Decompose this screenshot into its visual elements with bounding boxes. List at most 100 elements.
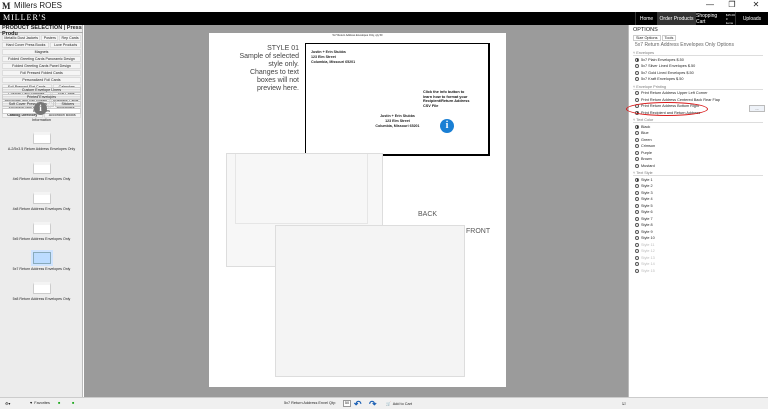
option-label: 5x7 Plain Envelopes $.50 [641,57,684,62]
add-to-cart-button[interactable]: 🛒 Add to Cart [386,401,412,407]
minimize-button[interactable]: — [700,0,720,9]
radio-icon [635,144,639,148]
product-category[interactable]: Luxe Products [50,42,81,48]
envelope-thumbnail[interactable]: 5x8 Return Address Envelopes Only [0,282,83,301]
radio-icon [635,64,639,68]
envelope-thumbnail[interactable]: 5x7 Return Address Envelopes Only [0,250,83,271]
option-radio[interactable]: 5x7 Plain Envelopes $.50 [635,57,684,62]
info-icon[interactable]: i [34,102,47,115]
radio-icon [635,137,639,142]
option-radio[interactable]: Style 10 [635,236,655,240]
product-category[interactable]: Personalized Foil Cards [2,77,81,83]
remove-favorite-icon[interactable]: ■ [72,401,74,405]
radio-icon [635,262,639,266]
option-label: Style 13 [641,255,655,260]
option-radio[interactable]: Style 3 [635,190,653,195]
option-label: Brown [641,157,652,161]
option-label: Style 4 [641,197,653,201]
option-radio[interactable]: Style 9 [635,229,653,234]
nav-order-products[interactable]: Order Products [657,12,695,25]
close-button[interactable]: ✕ [746,0,766,9]
nav-home[interactable]: Home [635,12,657,25]
option-radio[interactable]: Brown [635,157,652,161]
thumbnail-image [32,282,51,294]
favorites-label: Favorites [34,401,50,405]
csv-upload-button[interactable]: ... [749,105,765,112]
product-category[interactable]: Folded Greeting Cards Panoramic Design [2,56,81,62]
envelope-thumbnail[interactable]: 4x8 Return Address Envelopes Only [0,192,83,211]
tab-stickers[interactable]: Stickers [54,101,81,107]
option-radio[interactable]: Purple [635,150,652,155]
option-label: Style 10 [641,236,655,240]
tab-tools[interactable]: Tools [661,35,677,41]
option-label: Style 11 [641,242,655,247]
checklist-icon[interactable]: ☑ [622,401,625,406]
radio-icon [635,216,639,221]
envelope-thumbnail[interactable]: 4x6 Return Address Envelopes Only [0,162,83,181]
option-radio[interactable]: Crimson [635,144,655,148]
radio-icon [635,229,639,234]
option-radio[interactable]: Style 4 [635,197,653,201]
option-radio[interactable]: Print Return Address Centered Back Rear … [635,97,720,102]
envelope-thumbnail[interactable]: 5x5 Return Address Envelopes Only [0,222,83,241]
option-radio[interactable]: Mustard [635,163,655,168]
option-radio[interactable]: 5x7 Kraft Envelopes $.50 [635,77,683,81]
radio-icon [635,190,639,195]
thumbnail-label: 5x7 Return Address Envelopes Only [12,267,71,271]
product-category[interactable]: Posters [41,35,59,41]
radio-icon [635,268,639,273]
option-radio[interactable]: Style 5 [635,203,653,208]
option-radio[interactable]: Style 6 [635,210,653,214]
product-category[interactable]: Metallic Dust Jackets [2,35,41,41]
favorites-button[interactable]: ♥ Favorites [30,401,50,405]
envelope-thumbnail[interactable]: A-2/5x3.5 Return Address Envelopes Only [0,132,83,151]
section-header[interactable]: ˅ Text Color [633,118,763,123]
option-radio[interactable]: 5x7 Silver Lined Envelopes $.50 [635,64,695,68]
option-radio[interactable]: Style 2 [635,184,653,188]
product-category[interactable]: Foil Pressed Folded Cards [2,70,81,76]
product-category[interactable]: Magnets [2,49,81,55]
section-header[interactable]: ˅ Text Style [633,171,763,176]
section-header[interactable]: ˅ Envelope Printing [633,85,763,90]
add-favorite-icon[interactable]: ■ [58,401,60,405]
thumbnail-image [30,250,53,266]
info-icon[interactable]: i [440,119,454,133]
option-radio: Style 15 [635,268,655,273]
back-label: BACK [418,211,438,218]
nav-uploads[interactable]: Uploads [735,12,768,25]
redo-icon[interactable]: ↷ [369,399,377,410]
option-radio[interactable]: Style 7 [635,216,653,221]
style-note: Sample of selected style only. Changes t… [239,53,299,92]
option-radio[interactable]: Print Return Address Upper Left Corner [635,91,707,95]
quantity-input[interactable]: 50 [343,400,351,407]
radio-icon [635,131,639,135]
section-header[interactable]: ˅ Envelopes [633,51,763,56]
radio-icon [635,223,639,227]
thumbnail-image [32,162,51,174]
option-label: Green [641,137,652,142]
option-radio[interactable]: Green [635,137,652,142]
nav-shopping-cart[interactable]: Shopping Cart $15.00 0 items [695,12,735,25]
radio-icon [635,242,639,247]
tab-custom-envelope-liners[interactable]: Custom Envelope Liners [2,87,81,93]
option-radio[interactable]: 5x7 Gold Lined Envelopes $.50 [635,70,694,75]
page-title: 5x7 Return Address Envelopes Only, qty 5… [332,34,383,37]
product-category[interactable]: Rep Cards [59,35,82,41]
tab-printed-envelopes[interactable]: Printed Envelopes [2,94,81,100]
tab-size-options[interactable]: Size Options [633,35,661,41]
undo-icon[interactable]: ↶ [354,399,362,410]
maximize-button[interactable]: ❐ [722,0,742,9]
option-label: Style 14 [641,262,655,266]
product-category[interactable]: Hard Cover Press Books [2,42,50,48]
option-label: Style 1 [641,177,653,182]
option-radio[interactable]: Style 1 [635,177,653,182]
option-label: Crimson [641,144,656,148]
settings-icon[interactable]: ⚙▾ [5,401,10,406]
product-category[interactable]: Folded Greeting Cards Panel Design [2,63,81,69]
radio-icon [635,70,639,75]
option-radio[interactable]: Black [635,124,650,129]
option-radio[interactable]: Blue [635,131,649,135]
highlight-annotation [626,102,708,116]
option-radio[interactable]: Style 8 [635,223,653,227]
radio-icon [635,184,639,188]
